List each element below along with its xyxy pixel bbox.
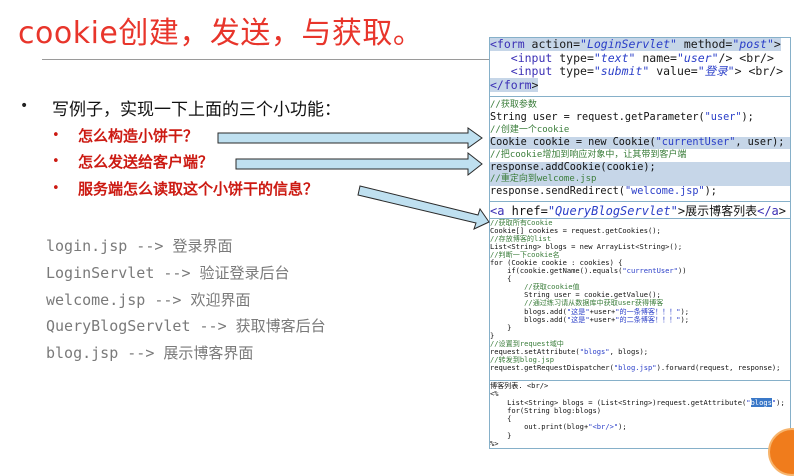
arrow-layer	[217, 127, 490, 230]
arrow-read	[357, 185, 490, 230]
arrow-construct	[217, 127, 483, 149]
arrow-send	[235, 151, 483, 177]
